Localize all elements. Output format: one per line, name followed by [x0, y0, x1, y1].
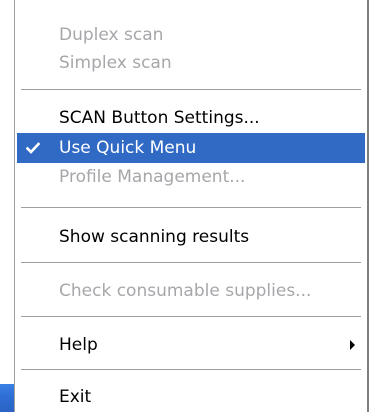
menu-item-exit[interactable]: Exit — [17, 382, 365, 412]
menu-item-check-consumable-supplies[interactable]: Check consumable supplies... — [17, 276, 365, 306]
menu-separator — [21, 207, 361, 208]
menu-item-use-quick-menu[interactable]: Use Quick Menu — [17, 133, 365, 163]
menu-item-scan-button-settings[interactable]: SCAN Button Settings... — [17, 103, 365, 133]
menu-item-simplex-scan[interactable]: Simplex scan — [17, 48, 365, 78]
menu-separator — [21, 89, 361, 90]
context-menu: Duplex scan Simplex scan SCAN Button Set… — [14, 0, 369, 412]
menu-item-label: Use Quick Menu — [59, 138, 197, 158]
menu-item-help[interactable]: Help — [17, 330, 365, 360]
menu-item-show-scanning-results[interactable]: Show scanning results — [17, 222, 365, 252]
menu-item-duplex-scan[interactable]: Duplex scan — [17, 20, 365, 50]
submenu-arrow-icon — [350, 340, 355, 350]
menu-item-label: Check consumable supplies... — [59, 281, 312, 301]
menu-item-label: Profile Management... — [59, 167, 246, 187]
menu-item-label: Show scanning results — [59, 227, 250, 247]
taskbar-strip — [0, 384, 14, 412]
menu-item-label: Help — [59, 335, 98, 355]
check-icon — [17, 133, 49, 163]
menu-separator — [21, 262, 361, 263]
menu-item-label: SCAN Button Settings... — [59, 108, 260, 128]
menu-separator — [21, 369, 361, 370]
menu-item-label: Exit — [59, 387, 92, 407]
menu-separator — [21, 316, 361, 317]
menu-item-label: Simplex scan — [59, 53, 172, 73]
menu-item-label: Duplex scan — [59, 25, 164, 45]
menu-item-profile-management[interactable]: Profile Management... — [17, 162, 365, 192]
